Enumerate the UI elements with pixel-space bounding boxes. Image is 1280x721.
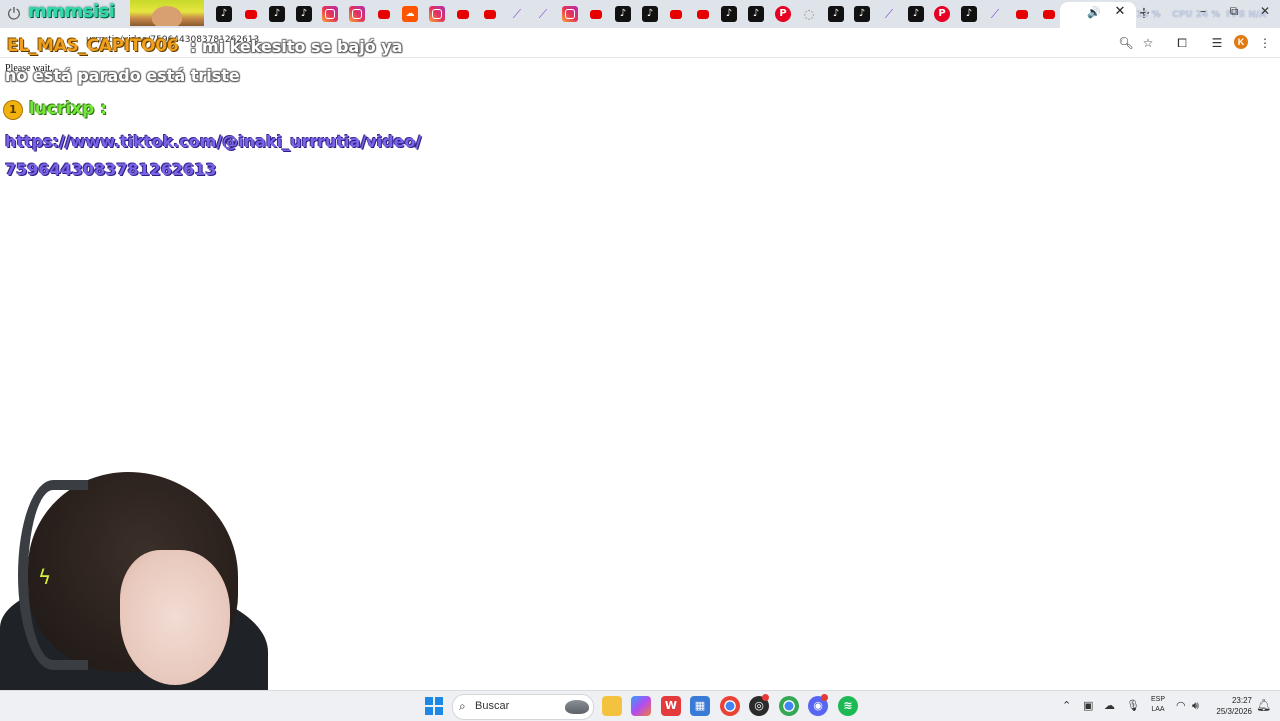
tiktok-tab-icon[interactable]: ♪ <box>296 6 312 22</box>
chat-separator: : <box>94 99 108 119</box>
youtube-tab-icon[interactable] <box>695 6 711 22</box>
webcam-overlay-image: ϟ <box>0 470 268 690</box>
tiktok-tab-icon[interactable]: ♪ <box>748 6 764 22</box>
chat-message-link: https://www.tiktok.com/@inaki_urrrutia/v… <box>5 132 422 179</box>
tiktok-tab-icon[interactable]: ♪ <box>615 6 631 22</box>
onedrive-icon[interactable]: ☁ <box>1104 699 1115 712</box>
instagram-tab-icon[interactable] <box>322 6 338 22</box>
profile-avatar[interactable]: K <box>1234 35 1248 49</box>
soundcloud-tab-icon[interactable]: ☁ <box>402 6 418 22</box>
chat-message-text: mi kekesito se bajó ya <box>201 37 403 56</box>
spotify-icon[interactable]: ≋ <box>838 696 858 716</box>
tab-audio-icon[interactable]: 🔊 <box>1087 6 1101 19</box>
channel-name-overlay: mmmsisi <box>28 1 115 22</box>
window-close-button[interactable]: ✕ <box>1255 4 1275 18</box>
power-icon: ⏻ <box>7 4 21 23</box>
taskbar-clock[interactable]: 23:27 25/3/2026 <box>1206 695 1252 717</box>
notification-bell-icon[interactable]: 🔔︎ <box>1256 698 1271 712</box>
youtube-tab-icon[interactable] <box>376 6 392 22</box>
clock-time: 23:27 <box>1231 696 1252 705</box>
microsoft-store-icon[interactable]: ▦ <box>690 696 710 716</box>
chat-username-text: lucrixp <box>29 99 95 119</box>
feather-tab-icon[interactable]: ⟋ <box>535 6 551 22</box>
instagram-tab-icon[interactable] <box>562 6 578 22</box>
copilot-icon[interactable] <box>631 696 651 716</box>
language-code: ESP <box>1150 696 1165 703</box>
start-button-windows-icon[interactable] <box>425 697 443 715</box>
hud-stat-left: 13 % <box>1136 10 1161 20</box>
search-icon: ⌕ <box>459 699 466 713</box>
tiktok-tab-icon[interactable]: ♪ <box>721 6 737 22</box>
extensions-icon[interactable]: ⧠ <box>1174 35 1190 51</box>
menu-kebab-icon[interactable]: ⋮ <box>1257 35 1273 51</box>
keyboard-layout: LAA <box>1151 706 1165 713</box>
taskbar-search-box[interactable]: ⌕ Buscar <box>452 694 594 720</box>
minimize-button[interactable]: – <box>1193 4 1213 18</box>
zoom-icon[interactable]: 🔍︎ <box>1118 35 1134 51</box>
search-highlight-image <box>565 700 589 714</box>
youtube-tab-icon[interactable] <box>1014 6 1030 22</box>
tray-app-icon[interactable]: ▣ <box>1083 699 1093 712</box>
instagram-tab-icon[interactable] <box>349 6 365 22</box>
feather-tab-icon[interactable]: ⟋ <box>881 6 897 22</box>
tiktok-tab-icon[interactable]: ♪ <box>908 6 924 22</box>
instagram-tab-icon[interactable] <box>429 6 445 22</box>
file-explorer-icon[interactable] <box>602 696 622 716</box>
tiktok-tab-icon[interactable]: ♪ <box>269 6 285 22</box>
tiktok-tab-icon[interactable]: ♪ <box>216 6 232 22</box>
youtube-tab-icon[interactable] <box>243 6 259 22</box>
clock-date: 25/3/2026 <box>1216 707 1252 716</box>
chat-separator: : <box>190 37 202 56</box>
feather-tab-icon[interactable]: ⟋ <box>509 6 525 22</box>
tiktok-tab-icon[interactable]: ♪ <box>642 6 658 22</box>
youtube-tab-icon[interactable] <box>482 6 498 22</box>
feather-tab-icon[interactable]: ⟋ <box>987 6 1003 22</box>
wps-office-icon[interactable]: W <box>661 696 681 716</box>
chat-username: lucrixp : <box>29 99 107 119</box>
tab-close-button[interactable]: ✕ <box>1113 4 1127 19</box>
microphone-icon[interactable]: 🎙︎ <box>1126 699 1140 712</box>
notification-dot <box>762 694 769 701</box>
stream-thumbnail-image <box>130 0 204 26</box>
youtube-tab-icon[interactable] <box>588 6 604 22</box>
headset-light-icon: ϟ <box>38 565 52 589</box>
chrome-active-icon[interactable] <box>779 696 799 716</box>
chat-message-line-2: no está parado está triste <box>5 66 240 85</box>
tiktok-tab-icon[interactable]: ♪ <box>961 6 977 22</box>
youtube-tab-icon[interactable] <box>668 6 684 22</box>
restore-button[interactable]: ⧉ <box>1224 4 1244 19</box>
chevron-up-icon[interactable]: ⌃ <box>1062 699 1071 712</box>
windows-taskbar: ⌕ Buscar W ▦ ◎ ◉ ≋ ⌃ ▣ ☁ 🎙︎ ESP LAA ◠ 🔊︎… <box>0 690 1280 721</box>
wifi-icon[interactable]: ◠ <box>1176 699 1186 712</box>
volume-icon[interactable]: 🔊︎ <box>1192 699 1199 713</box>
media-queue-icon[interactable]: ☰ <box>1209 35 1225 51</box>
chat-badge-coin-icon: 1 <box>4 101 22 119</box>
language-indicator[interactable]: ESP LAA <box>1148 695 1168 715</box>
pinterest-tab-icon[interactable]: P <box>775 6 791 22</box>
chat-username: EL_MAS_CAPITO06 <box>7 36 179 56</box>
bookmark-star-icon[interactable]: ☆ <box>1140 35 1156 51</box>
tab-strip: ⏻ mmmsisi ♪ ♪ ♪ ☁ ⟋ ⟋ ♪ ♪ ♪ ♪ P ◌ ♪ ♪ ⟋ ♪ P ♪ ⟋ 🔊 ✕ + 13 %… <box>0 0 1280 28</box>
search-label: Buscar <box>475 700 510 712</box>
chat-message-line-1: : mi kekesito se bajó ya <box>190 37 403 56</box>
globe-tab-icon[interactable]: ◌ <box>801 6 817 22</box>
tiktok-tab-icon[interactable]: ♪ <box>828 6 844 22</box>
pinterest-tab-icon[interactable]: P <box>934 6 950 22</box>
notification-dot <box>821 694 828 701</box>
chrome-icon[interactable] <box>720 696 740 716</box>
youtube-tab-icon[interactable] <box>1041 6 1057 22</box>
tiktok-tab-icon[interactable]: ♪ <box>854 6 870 22</box>
youtube-tab-icon[interactable] <box>455 6 471 22</box>
